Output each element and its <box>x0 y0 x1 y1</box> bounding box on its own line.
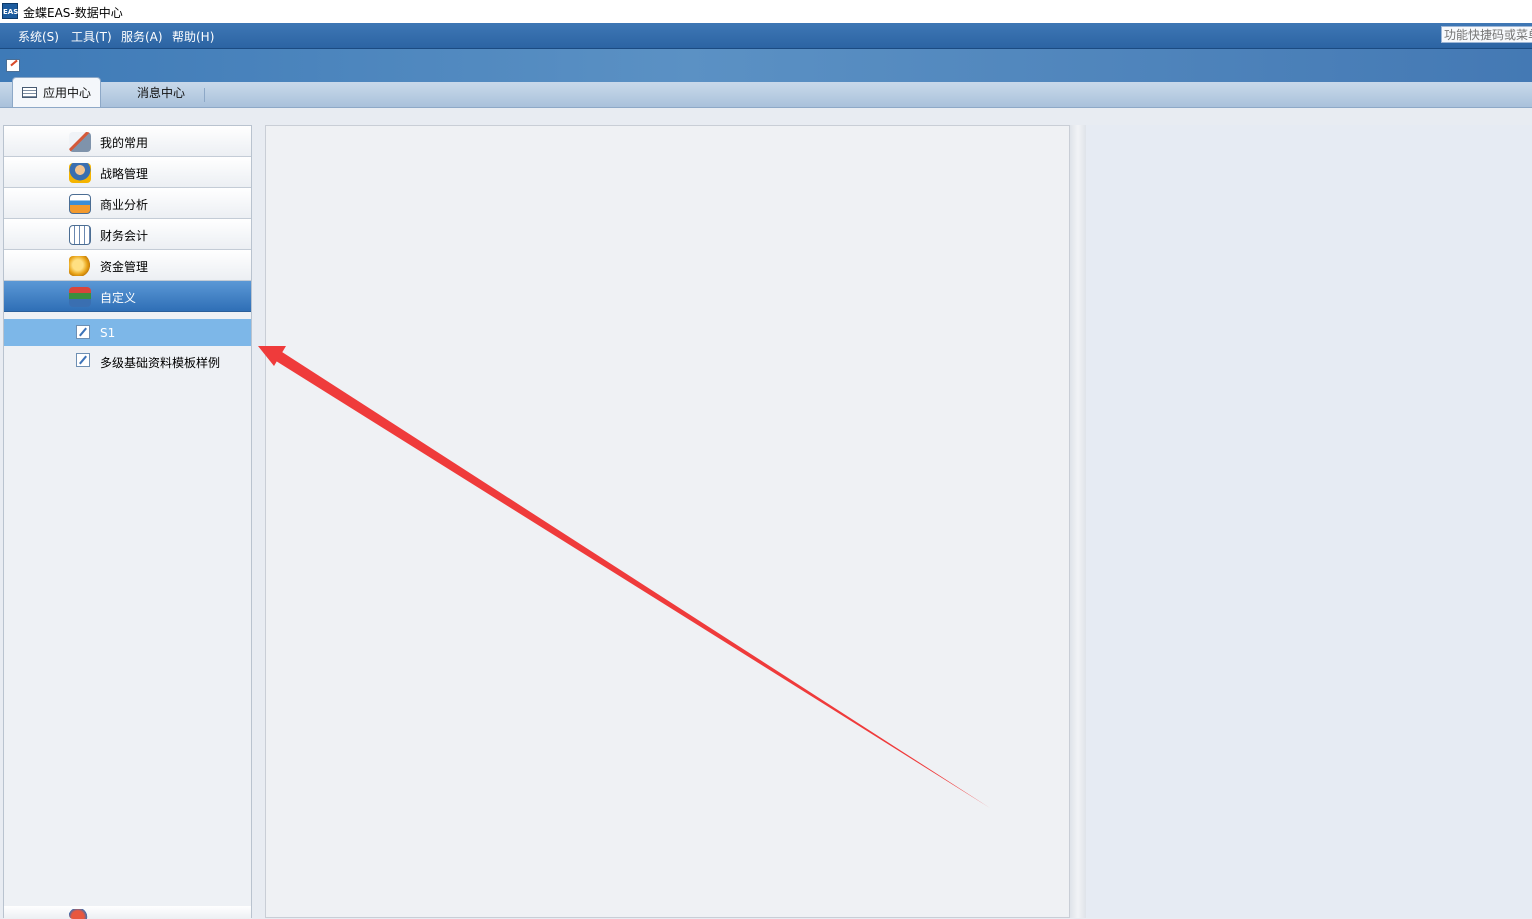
edit-document-icon <box>76 353 90 367</box>
stacked-books-icon <box>69 287 91 307</box>
nav-group-partial-bottom[interactable] <box>4 906 251 919</box>
toolbar <box>0 49 1532 82</box>
nav-group-custom[interactable]: 自定义 <box>4 281 251 312</box>
navigation-panel: 我的常用 战略管理 商业分析 财务会计 资金管理 自定义 S1 多级基础资料模板… <box>3 125 252 919</box>
money-coins-icon <box>69 256 91 276</box>
writing-hand-icon <box>69 132 91 152</box>
finance-calendar-icon <box>69 225 91 245</box>
right-content-pane <box>1086 125 1532 918</box>
tab-message-center[interactable]: 消息中心 <box>118 77 204 107</box>
tab-label: 应用中心 <box>42 86 91 100</box>
edit-document-icon <box>76 325 90 339</box>
tab-label: 消息中心 <box>136 85 185 100</box>
list-grid-icon <box>21 87 37 98</box>
tab-bar: 应用中心 消息中心 <box>0 77 1532 108</box>
nav-group-analysis[interactable]: 商业分析 <box>4 188 251 219</box>
nav-group-strategy[interactable]: 战略管理 <box>4 157 251 188</box>
pane-splitter[interactable] <box>1070 125 1086 918</box>
window-title: 金蝶EAS-数据中心 <box>23 6 123 20</box>
nav-group-label: 资金管理 <box>100 260 149 274</box>
menu-bar: 系统(S) 工具(T) 服务(A) 帮助(H) <box>0 23 1532 49</box>
eas-app-icon: EAS <box>2 3 18 19</box>
main-content-pane <box>265 125 1070 918</box>
nav-item-multilevel-template[interactable]: 多级基础资料模板样例 <box>4 347 251 374</box>
shortcut-search-input[interactable] <box>1441 26 1532 43</box>
nav-group-label: 自定义 <box>100 291 137 305</box>
nav-group-label: 商业分析 <box>100 198 149 212</box>
menu-tools[interactable]: 工具(T) <box>71 28 112 45</box>
nav-group-label: 财务会计 <box>100 229 149 243</box>
nav-group-label: 战略管理 <box>100 167 149 181</box>
nav-group-treasury[interactable]: 资金管理 <box>4 250 251 281</box>
window-title-bar: EAS 金蝶EAS-数据中心 <box>0 0 1532 23</box>
nav-group-finance[interactable]: 财务会计 <box>4 219 251 250</box>
nav-item-label: 多级基础资料模板样例 <box>100 356 221 370</box>
nav-group-favorites[interactable]: 我的常用 <box>4 126 251 157</box>
analysis-chart-icon <box>69 194 91 214</box>
tab-divider <box>204 88 205 102</box>
nav-group-label: 我的常用 <box>100 136 149 150</box>
nav-item-s1[interactable]: S1 <box>4 319 251 346</box>
tab-application-center[interactable]: 应用中心 <box>12 77 101 107</box>
manager-person-icon <box>69 163 91 183</box>
menu-service[interactable]: 服务(A) <box>121 28 163 45</box>
menu-help[interactable]: 帮助(H) <box>172 28 214 45</box>
menu-system[interactable]: 系统(S) <box>18 28 59 45</box>
nav-item-label: S1 <box>100 326 116 340</box>
edit-toolbar-icon[interactable] <box>6 59 20 72</box>
